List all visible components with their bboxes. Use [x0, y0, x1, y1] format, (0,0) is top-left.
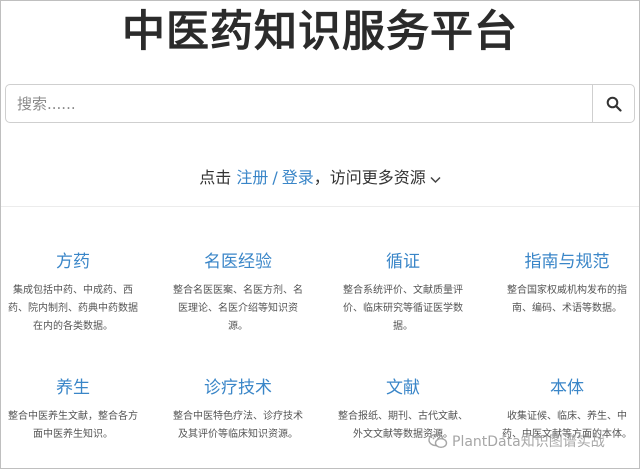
category-title[interactable]: 文献 [338, 376, 468, 400]
wechat-icon [428, 433, 448, 449]
search-icon [606, 96, 622, 112]
signin-link[interactable]: 登录 [282, 168, 314, 187]
page-title: 中医药知识服务平台 [122, 7, 518, 57]
category-title[interactable]: 本体 [502, 376, 632, 400]
login-prompt: 点击 注册 / 登录，访问更多资源 [0, 166, 640, 191]
category-description: 整合中医特色疗法、诊疗技术及其评价等临床知识资源。 [173, 411, 303, 440]
watermark-text: PlantData知识图谱实战 [452, 434, 605, 450]
category-card-zhinan[interactable]: 指南与规范 整合国家权威机构发布的指南、编码、术语等数据。 [502, 250, 632, 318]
section-divider [1, 206, 639, 207]
category-card-zhenliao[interactable]: 诊疗技术 整合中医特色疗法、诊疗技术及其评价等临床知识资源。 [173, 376, 303, 444]
category-description: 集成包括中药、中成药、西药、院内制剂、药典中药数据在内的各类数据。 [8, 285, 138, 332]
login-suffix: ，访问更多资源 [313, 168, 426, 187]
category-description: 整合名医医案、名医方剂、名医理论、名医介绍等知识资源。 [173, 285, 303, 332]
category-title[interactable]: 养生 [8, 376, 138, 400]
category-title[interactable]: 诊疗技术 [173, 376, 303, 400]
search-button[interactable] [592, 85, 634, 122]
category-card-xunzheng[interactable]: 循证 整合系统评价、文献质量评价、临床研究等循证医学数据。 [338, 250, 468, 336]
category-title[interactable]: 循证 [338, 250, 468, 274]
category-card-mingyi[interactable]: 名医经验 整合名医医案、名医方剂、名医理论、名医介绍等知识资源。 [173, 250, 303, 336]
register-link[interactable]: 注册 [236, 168, 268, 187]
category-description: 整合系统评价、文献质量评价、临床研究等循证医学数据。 [343, 285, 463, 332]
search-input[interactable] [6, 85, 592, 122]
watermark: PlantData知识图谱实战 [428, 429, 605, 453]
category-card-fangyao[interactable]: 方药 集成包括中药、中成药、西药、院内制剂、药典中药数据在内的各类数据。 [8, 250, 138, 336]
category-card-yangsheng[interactable]: 养生 整合中医养生文献，整合各方面中医养生知识。 [8, 376, 138, 444]
search-bar [5, 84, 635, 123]
category-description: 整合中医养生文献，整合各方面中医养生知识。 [8, 411, 138, 440]
category-description: 整合国家权威机构发布的指南、编码、术语等数据。 [507, 285, 627, 314]
category-title[interactable]: 指南与规范 [502, 250, 632, 274]
category-title[interactable]: 名医经验 [173, 250, 303, 274]
chevron-down-icon[interactable] [430, 167, 441, 191]
login-separator: / [272, 168, 278, 187]
login-prefix: 点击 [199, 168, 232, 187]
category-title[interactable]: 方药 [8, 250, 138, 274]
